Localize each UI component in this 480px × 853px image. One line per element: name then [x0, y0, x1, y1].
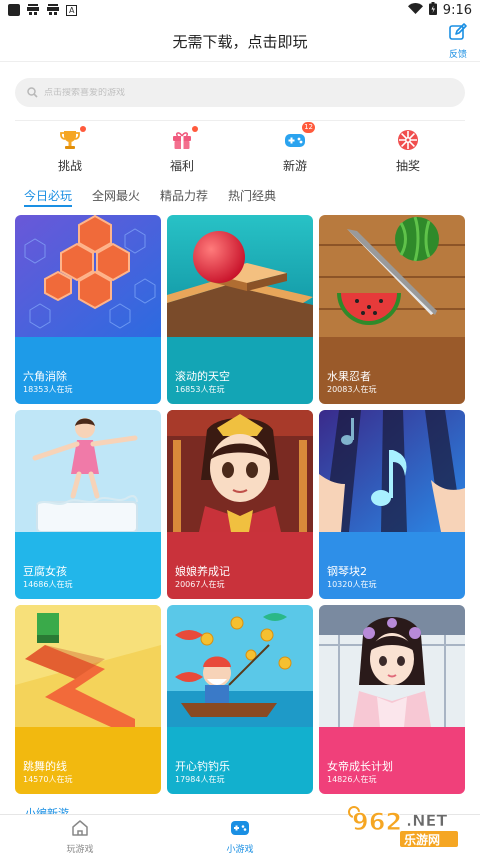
gamepad-icon	[230, 819, 250, 841]
quick-nav-welfare[interactable]: 福利	[152, 124, 212, 174]
game-thumbnail	[15, 410, 161, 532]
game-card-fishing[interactable]: 开心钓钓乐 17984人在玩	[167, 605, 313, 794]
game-card-empress-growth[interactable]: 女帝成长计划 14826人在玩	[319, 605, 465, 794]
nav-label: 玩游戏	[66, 845, 94, 853]
home-icon	[71, 819, 89, 841]
nav-label: 小游戏	[226, 845, 254, 853]
wifi-icon	[407, 2, 423, 18]
status-bar: A 9:16	[0, 0, 480, 20]
site-watermark-logo: 962 .NET 乐游网	[342, 800, 474, 850]
game-player-count: 16853人在玩	[175, 385, 225, 394]
trophy-icon	[58, 126, 86, 152]
gamepad-icon: 12	[283, 122, 315, 152]
game-player-count: 14570人在玩	[23, 775, 73, 784]
lottery-wheel-icon	[396, 128, 420, 152]
svg-text:962: 962	[352, 808, 402, 836]
game-name: 六角消除	[23, 370, 67, 383]
feedback-button[interactable]: 反馈	[446, 22, 470, 60]
notification-letter-icon: A	[66, 4, 78, 16]
notification-app-icon	[26, 3, 40, 18]
game-player-count: 17984人在玩	[175, 775, 225, 784]
game-thumbnail	[319, 215, 465, 337]
game-thumbnail	[167, 215, 313, 337]
game-thumbnail	[15, 215, 161, 337]
battery-icon	[428, 1, 437, 19]
game-grid: 六角消除 18353人在玩 滚动的天空 16853人在玩 水果忍者 20083人…	[15, 215, 465, 795]
quick-nav-label: 抽奖	[395, 159, 420, 173]
game-player-count: 14826人在玩	[327, 775, 377, 784]
game-name: 钢琴块2	[327, 565, 367, 578]
game-name: 滚动的天空	[175, 370, 230, 383]
quick-nav-challenge[interactable]: 挑战	[40, 124, 100, 174]
svg-text:乐游网: 乐游网	[404, 832, 440, 847]
nav-play-games[interactable]: 玩游戏	[40, 819, 120, 853]
game-player-count: 14686人在玩	[23, 580, 73, 589]
tab-hottest[interactable]: 全网最火	[92, 187, 140, 209]
game-name: 娘娘养成记	[175, 565, 230, 578]
game-name: 开心钓钓乐	[175, 760, 230, 773]
svg-text:.NET: .NET	[406, 811, 447, 830]
game-player-count: 18353人在玩	[23, 385, 73, 394]
status-time: 9:16	[442, 2, 472, 18]
gift-icon	[170, 126, 198, 152]
tab-featured[interactable]: 精品力荐	[160, 187, 208, 209]
game-name: 水果忍者	[327, 370, 371, 383]
app-screen: { "status_bar": { "time": "9:16", "notif…	[0, 0, 480, 853]
search-icon	[27, 83, 38, 102]
category-tabs: 今日必玩 全网最火 精品力荐 热门经典	[24, 187, 276, 209]
game-card-info: 豆腐女孩 14686人在玩	[15, 532, 161, 599]
game-card-tofu-girl[interactable]: 豆腐女孩 14686人在玩	[15, 410, 161, 599]
feedback-label: 反馈	[448, 50, 467, 60]
game-card-info: 娘娘养成记 20067人在玩	[167, 532, 313, 599]
game-player-count: 20083人在玩	[327, 385, 377, 394]
quick-nav-label: 挑战	[57, 159, 82, 173]
game-card-info: 滚动的天空 16853人在玩	[167, 337, 313, 404]
game-card-piano-tiles[interactable]: 钢琴块2 10320人在玩	[319, 410, 465, 599]
game-card-info: 水果忍者 20083人在玩	[319, 337, 465, 404]
game-name: 豆腐女孩	[23, 565, 67, 578]
game-player-count: 10320人在玩	[327, 580, 377, 589]
new-indicator-dot	[80, 126, 86, 132]
edit-icon	[448, 22, 468, 46]
game-card-dancing-line[interactable]: 跳舞的线 14570人在玩	[15, 605, 161, 794]
game-card-fruit-ninja[interactable]: 水果忍者 20083人在玩	[319, 215, 465, 404]
game-card-info: 开心钓钓乐 17984人在玩	[167, 727, 313, 794]
search-input[interactable]	[44, 87, 424, 98]
game-card-hexagon[interactable]: 六角消除 18353人在玩	[15, 215, 161, 404]
game-thumbnail	[15, 605, 161, 727]
game-card-rolling-sky[interactable]: 滚动的天空 16853人在玩	[167, 215, 313, 404]
game-player-count: 20067人在玩	[175, 580, 225, 589]
game-card-info: 跳舞的线 14570人在玩	[15, 727, 161, 794]
game-thumbnail	[319, 605, 465, 727]
tab-today-must-play[interactable]: 今日必玩	[24, 187, 73, 209]
divider	[15, 120, 465, 121]
notification-app-icon	[46, 3, 60, 18]
search-bar[interactable]	[15, 78, 465, 107]
quick-nav: 挑战 福利 12 新游 抽奖	[0, 122, 480, 174]
new-indicator-dot	[192, 126, 198, 132]
game-thumbnail	[167, 605, 313, 727]
game-card-info: 女帝成长计划 14826人在玩	[319, 727, 465, 794]
game-name: 女帝成长计划	[327, 760, 393, 773]
game-name: 跳舞的线	[23, 760, 67, 773]
new-games-badge: 12	[302, 122, 315, 133]
quick-nav-label: 福利	[169, 159, 194, 173]
game-card-empress[interactable]: 娘娘养成记 20067人在玩	[167, 410, 313, 599]
nav-mini-games[interactable]: 小游戏	[200, 819, 280, 853]
quick-nav-new-games[interactable]: 12 新游	[265, 122, 325, 174]
notification-square-icon	[8, 4, 20, 16]
game-thumbnail	[319, 410, 465, 532]
page-title: 无需下载，点击即玩	[172, 33, 308, 51]
tab-classic[interactable]: 热门经典	[228, 187, 276, 209]
quick-nav-lottery[interactable]: 抽奖	[378, 124, 438, 174]
quick-nav-label: 新游	[282, 159, 307, 173]
game-card-info: 钢琴块2 10320人在玩	[319, 532, 465, 599]
game-card-info: 六角消除 18353人在玩	[15, 337, 161, 404]
top-header: 无需下载，点击即玩 反馈	[0, 22, 480, 62]
game-thumbnail	[167, 410, 313, 532]
